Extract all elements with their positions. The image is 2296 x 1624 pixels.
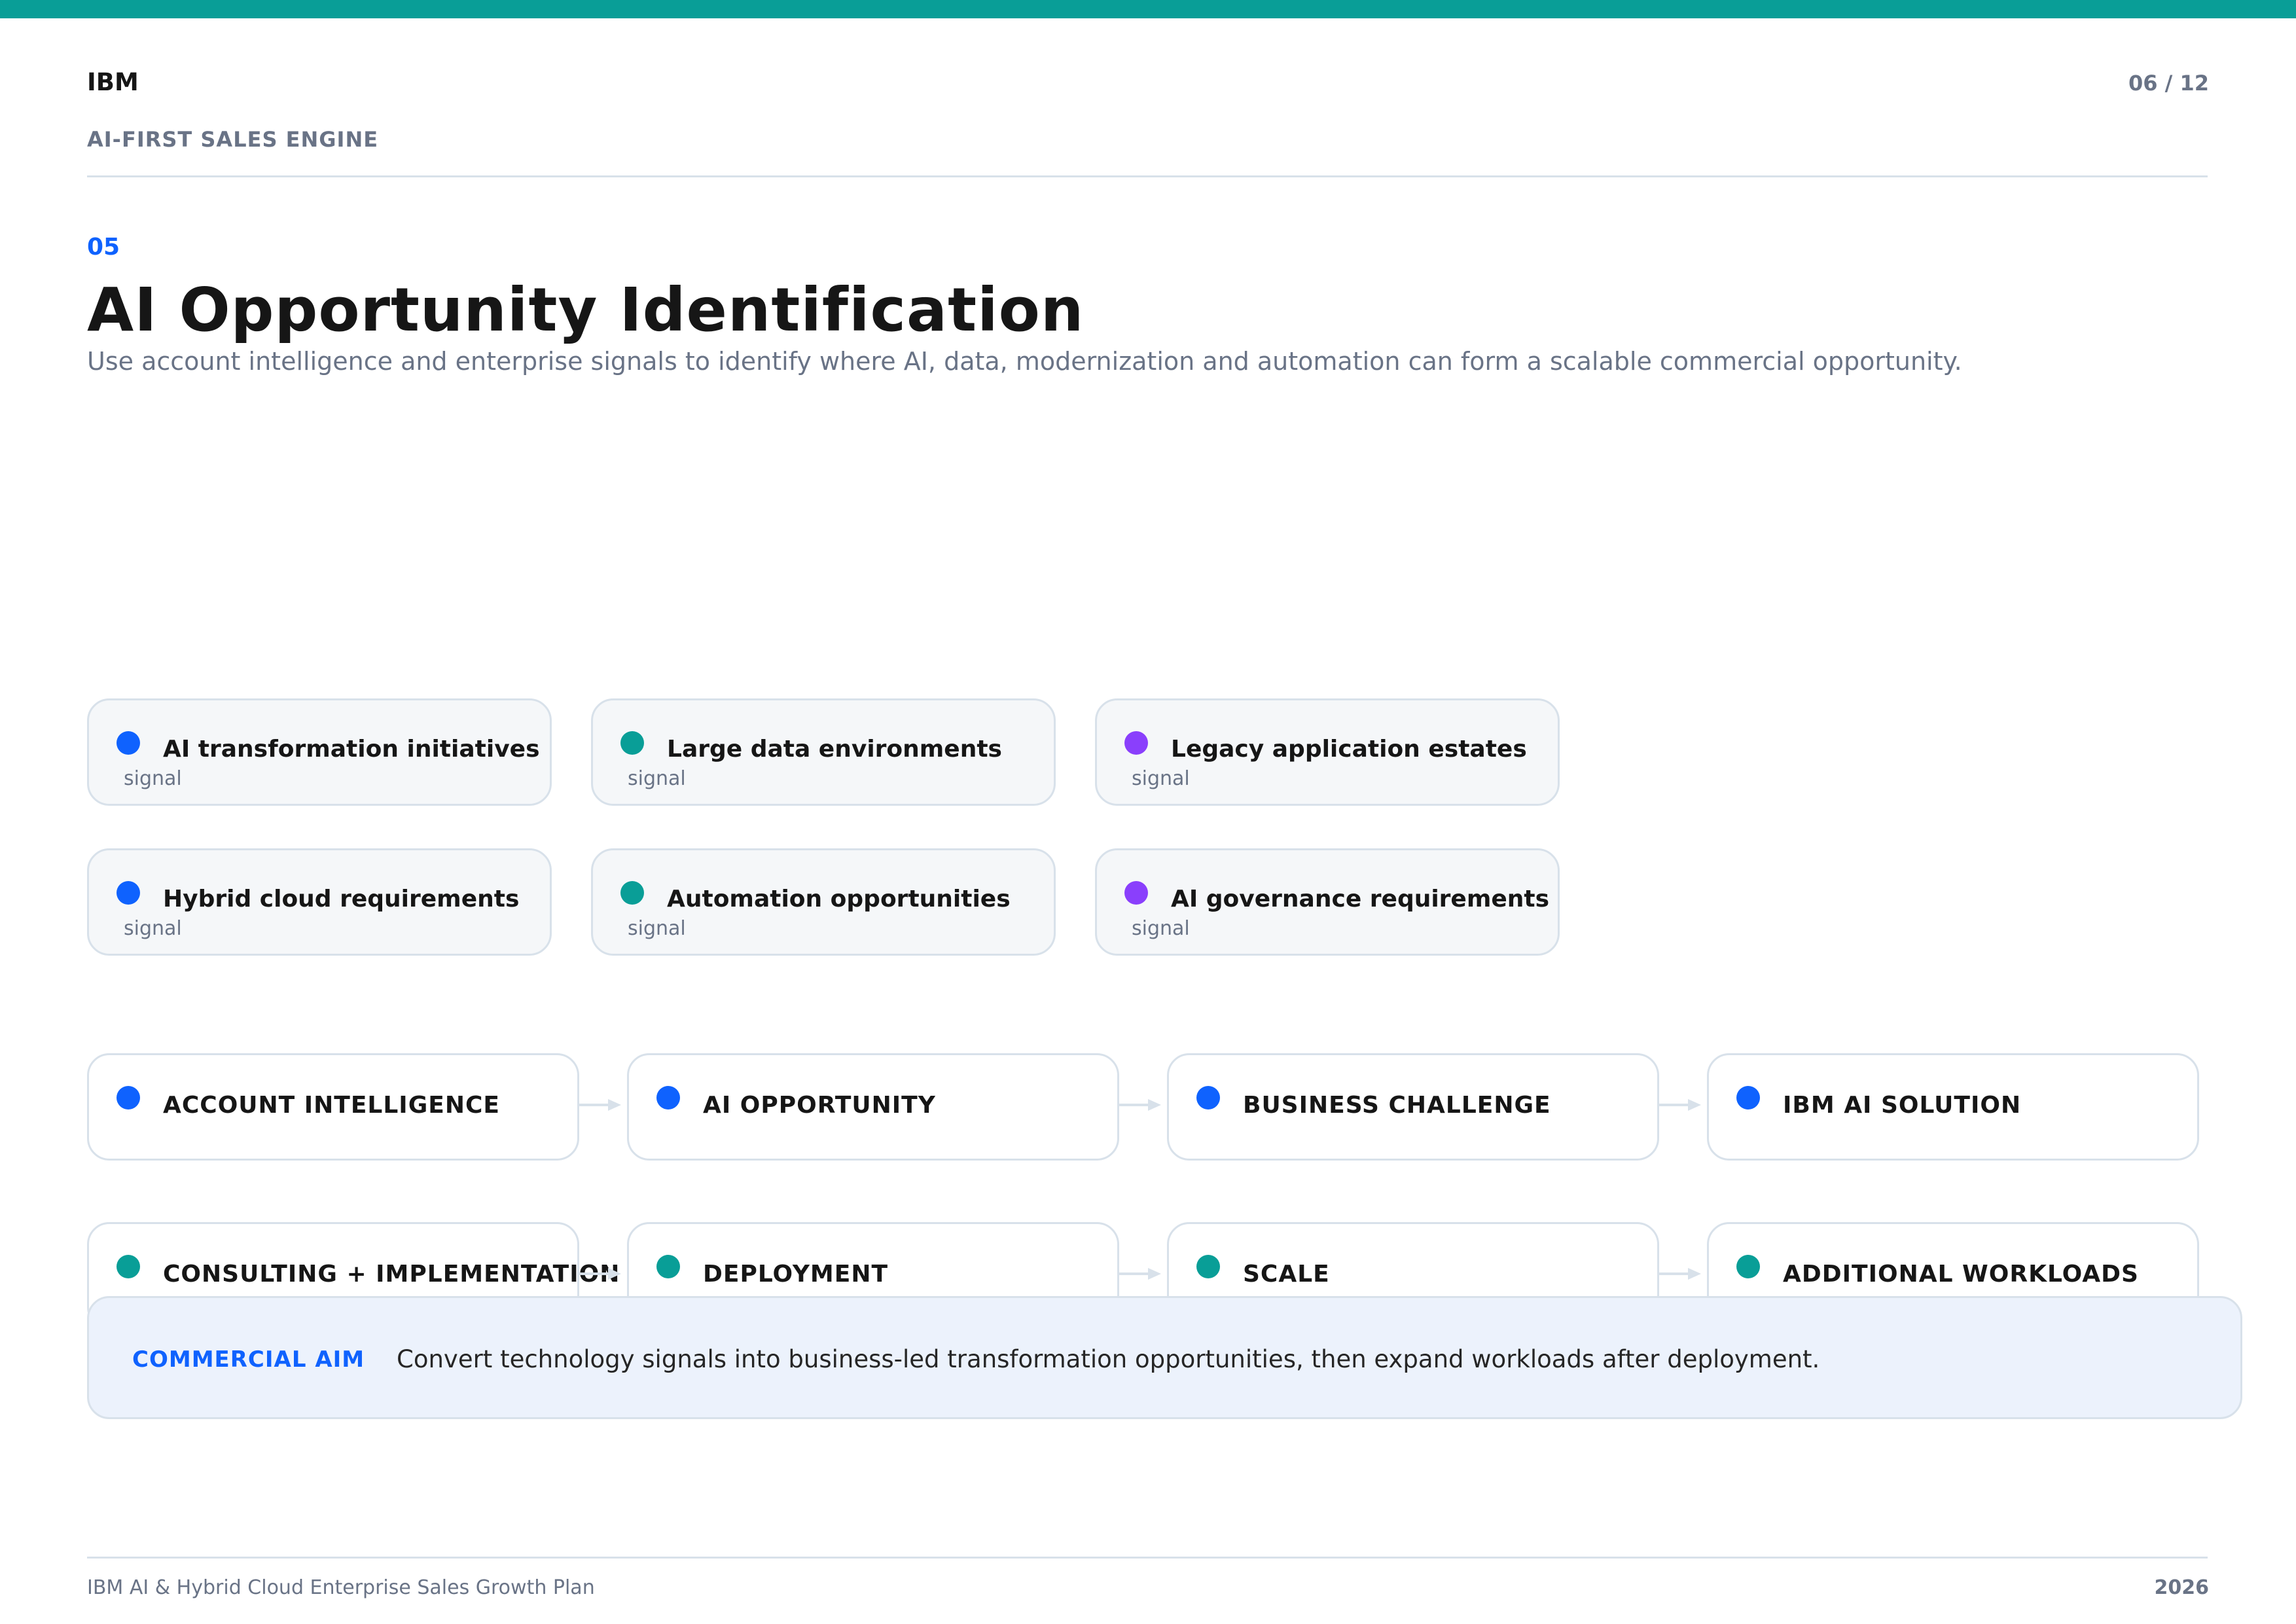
step-label: SCALE [1243,1261,1330,1288]
step-label: DEPLOYMENT [703,1261,889,1288]
commercial-aim-callout: COMMERCIAL AIM Convert technology signal… [87,1296,2242,1419]
signal-label: AI governance requirements [1171,886,1550,912]
signal-dot-icon [1124,731,1148,755]
signal-label: AI transformation initiatives [163,736,540,763]
flow-arrow-icon [1659,1099,1701,1111]
step-label: AI OPPORTUNITY [703,1092,936,1119]
signal-card: AI governance requirements signal [1095,848,1560,956]
deck-title: AI-FIRST SALES ENGINE [87,127,379,152]
step-dot-icon [1196,1255,1220,1278]
flow-arrow-icon [579,1268,621,1280]
step-label: ACCOUNT INTELLIGENCE [163,1092,500,1119]
step-label: IBM AI SOLUTION [1783,1092,2022,1119]
signal-dot-icon [620,731,644,755]
flow-step-card: BUSINESS CHALLENGE [1167,1053,1659,1161]
signal-sublabel: signal [1132,917,1190,940]
top-accent-bar [0,0,2296,18]
header-divider [87,175,2208,177]
footer-divider [87,1557,2208,1559]
brand-name: IBM [87,68,139,96]
signal-label: Legacy application estates [1171,736,1527,763]
flow-arrow-icon [1659,1268,1701,1280]
commercial-aim-label: COMMERCIAL AIM [132,1346,365,1373]
signal-sublabel: signal [124,917,182,940]
step-label: CONSULTING + IMPLEMENTATION [163,1261,620,1288]
signal-label: Hybrid cloud requirements [163,886,520,912]
flow-step-card: AI OPPORTUNITY [627,1053,1119,1161]
signal-label: Automation opportunities [667,886,1011,912]
signal-sublabel: signal [628,917,686,940]
flow-arrow-icon [1119,1268,1161,1280]
flow-step-card: IBM AI SOLUTION [1707,1053,2199,1161]
flow-arrow-icon [1119,1099,1161,1111]
step-dot-icon [117,1086,140,1110]
step-dot-icon [1196,1086,1220,1110]
page-subtitle: Use account intelligence and enterprise … [87,347,1962,376]
step-label: BUSINESS CHALLENGE [1243,1092,1551,1119]
signal-card: Legacy application estates signal [1095,698,1560,806]
signal-card: Automation opportunities signal [591,848,1056,956]
step-dot-icon [656,1255,680,1278]
signal-label: Large data environments [667,736,1002,763]
signal-sublabel: signal [1132,767,1190,790]
signal-card: Hybrid cloud requirements signal [87,848,552,956]
footer-year: 2026 [2154,1576,2210,1599]
signal-card: AI transformation initiatives signal [87,698,552,806]
section-number: 05 [87,234,120,261]
footer-document-title: IBM AI & Hybrid Cloud Enterprise Sales G… [87,1576,595,1599]
step-label: ADDITIONAL WORKLOADS [1783,1261,2139,1288]
commercial-aim-text: Convert technology signals into business… [397,1345,1820,1373]
flow-arrow-icon [579,1099,621,1111]
page-title: AI Opportunity Identification [87,275,1085,345]
signal-sublabel: signal [628,767,686,790]
signal-dot-icon [620,881,644,905]
step-dot-icon [1736,1086,1760,1110]
page-number: 06 / 12 [2128,71,2209,96]
signal-card: Large data environments signal [591,698,1056,806]
flow-step-card: ACCOUNT INTELLIGENCE [87,1053,579,1161]
signal-sublabel: signal [124,767,182,790]
step-dot-icon [656,1086,680,1110]
signal-dot-icon [1124,881,1148,905]
signal-dot-icon [117,881,140,905]
step-dot-icon [117,1255,140,1278]
signal-dot-icon [117,731,140,755]
step-dot-icon [1736,1255,1760,1278]
